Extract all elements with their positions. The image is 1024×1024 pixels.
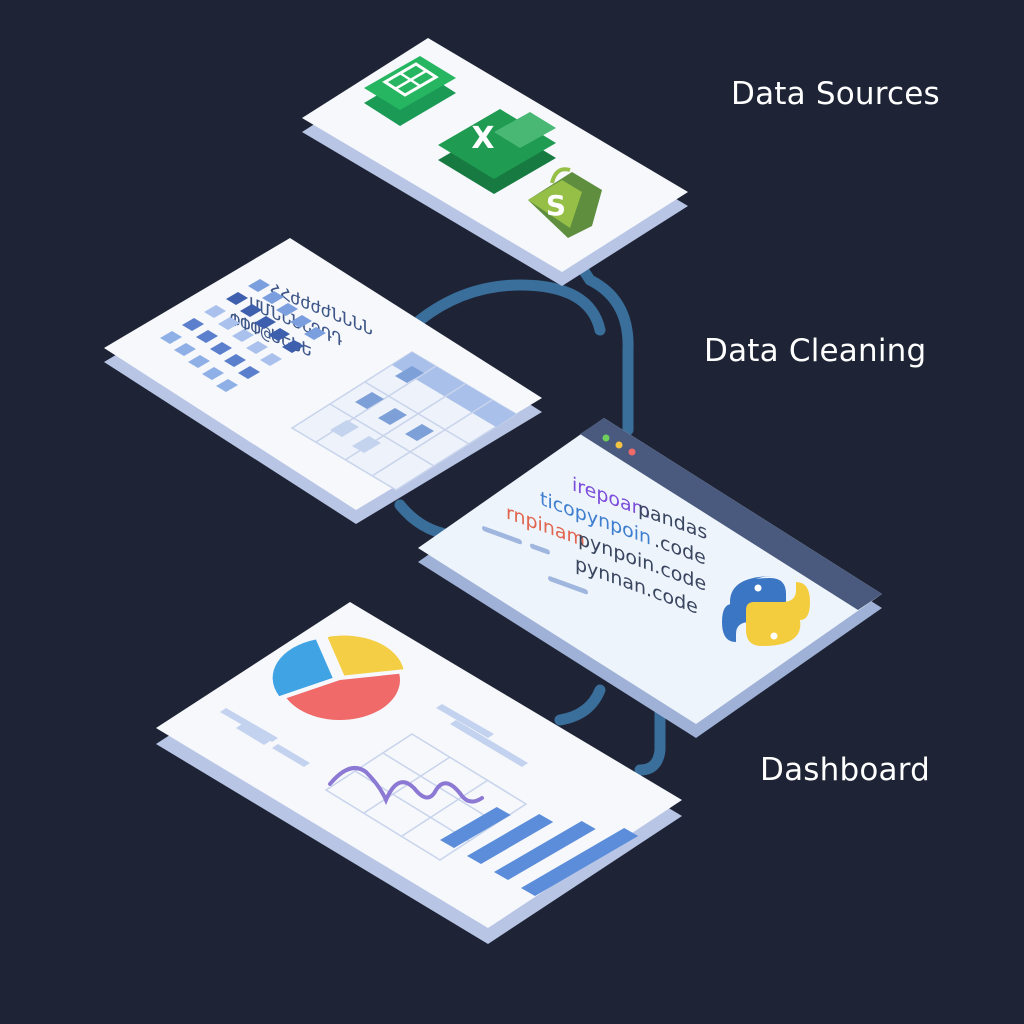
label-dashboard: Dashboard (760, 752, 930, 788)
data-cleaning-panel: ՀՀժժժժՆՆՆՆ ՄՄՆՆՆՆԴԴԴ ՓՓՓ@ԵԵԵԵ (104, 238, 542, 524)
data-sources-panel: X S (302, 38, 688, 286)
connector-sources-to-cleaning (414, 279, 606, 336)
connector-cleaning-to-code (394, 499, 456, 541)
connector-sources-to-code (574, 259, 634, 436)
window-dot-red (628, 448, 636, 456)
window-dot-green (602, 434, 610, 442)
connector-code-to-dashboard-1 (554, 684, 606, 726)
label-data-sources: Data Sources (731, 76, 940, 112)
excel-glyph: X (471, 121, 494, 156)
shopify-glyph: S (546, 189, 566, 222)
window-dot-yellow (615, 441, 623, 449)
workflow-diagram: X S ՀՀժժժժՆՆՆՆ ՄՄՆՆՆՆԴԴԴ ՓՓՓ@ԵԵԵԵ irepoa… (104, 38, 882, 944)
label-data-cleaning: Data Cleaning (704, 333, 927, 369)
